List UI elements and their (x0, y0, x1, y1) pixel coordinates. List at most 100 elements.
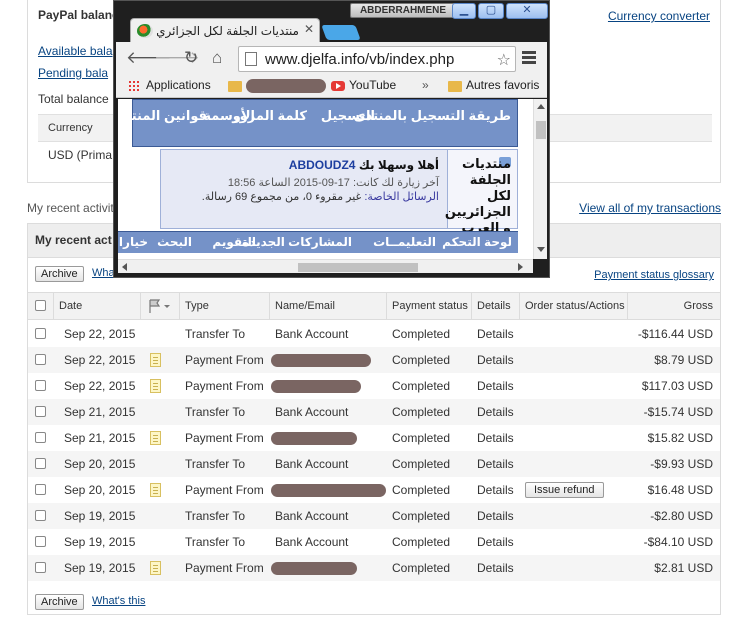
scroll-up-arrow-icon[interactable] (537, 104, 545, 109)
nav-new-posts[interactable]: المشاركات الجديدة (242, 235, 352, 249)
payment-status-glossary-link[interactable]: Payment status glossary (594, 269, 714, 281)
issue-refund-button[interactable]: Issue refund (525, 482, 604, 498)
status-column-header[interactable]: Payment status (392, 293, 468, 319)
row-checkbox[interactable] (35, 536, 46, 547)
row-checkbox[interactable] (35, 406, 46, 417)
table-row[interactable]: Sep 20, 2015 Transfer To Bank Account Compl… (28, 451, 720, 477)
home-icon[interactable]: ⌂ (212, 48, 222, 68)
scroll-right-arrow-icon[interactable] (518, 263, 523, 271)
address-bar[interactable]: www.djelfa.info/vb/index.php ☆ (238, 46, 516, 72)
table-row[interactable]: Sep 22, 2015 Transfer To Bank Account Compl… (28, 321, 720, 347)
row-checkbox[interactable] (35, 328, 46, 339)
bookmark-other-favorites[interactable]: Autres favoris (466, 78, 539, 92)
nav-search[interactable]: البحث (157, 235, 192, 249)
close-window-button[interactable]: ✕ (506, 3, 548, 19)
note-icon[interactable] (150, 483, 161, 497)
select-all-checkbox[interactable] (35, 300, 46, 311)
note-icon[interactable] (150, 431, 161, 445)
horizontal-scroll-thumb[interactable] (298, 263, 418, 272)
bookmark-youtube[interactable]: YouTube (349, 78, 396, 92)
redacted-name[interactable] (271, 432, 357, 445)
nav-medals[interactable]: الأوسمة (203, 108, 255, 124)
redacted-name[interactable] (271, 380, 361, 393)
currency-converter-link[interactable]: Currency converter (608, 9, 710, 23)
table-row[interactable]: Sep 21, 2015 Payment From Completed Details… (28, 425, 720, 451)
close-tab-icon[interactable]: ✕ (304, 22, 314, 36)
row-checkbox[interactable] (35, 510, 46, 521)
flag-filter-icon[interactable] (147, 293, 177, 319)
reload-icon[interactable]: ↻ (184, 48, 198, 68)
minimize-button[interactable]: ▁ (452, 3, 476, 19)
details-link[interactable]: Details (477, 373, 514, 399)
details-link[interactable]: Details (477, 451, 514, 477)
type-column-header[interactable]: Type (185, 293, 209, 319)
nav-register[interactable]: التسجيل (321, 108, 375, 124)
row-status: Completed (392, 509, 451, 523)
nav-registration-guide[interactable]: طريقة التسجيل بالمنتدى (354, 108, 511, 124)
apps-grid-icon[interactable] (128, 80, 140, 92)
row-checkbox[interactable] (35, 380, 46, 391)
row-date: Sep 21, 2015 (64, 431, 136, 445)
url-text[interactable]: www.djelfa.info/vb/index.php (265, 51, 454, 68)
details-link[interactable]: Details (477, 399, 514, 425)
maximize-button[interactable]: ▢ (478, 3, 504, 19)
details-link[interactable]: Details (477, 347, 514, 373)
table-row[interactable]: Sep 19, 2015 Payment From Completed Details… (28, 555, 720, 581)
whats-this-link-bottom[interactable]: What's this (92, 595, 145, 607)
redacted-name[interactable] (271, 484, 386, 497)
private-messages-link[interactable]: الرسائل الخاصة: (364, 191, 439, 203)
scroll-left-arrow-icon[interactable] (122, 263, 127, 271)
table-row[interactable]: Sep 22, 2015 Payment From Completed Details… (28, 347, 720, 373)
bookmark-star-icon[interactable]: ☆ (497, 50, 511, 70)
nav-options[interactable]: خيارات (118, 235, 148, 249)
row-checkbox[interactable] (35, 354, 46, 365)
last-visit-text: آخر زيارة لك كانت: 17-09-2015 الساعة 18:… (227, 177, 439, 189)
bookmark-applications[interactable]: Applications (146, 78, 211, 92)
table-row[interactable]: Sep 19, 2015 Transfer To Bank Account Compl… (28, 503, 720, 529)
details-link[interactable]: Details (477, 555, 514, 581)
nav-control-panel[interactable]: لوحة التحكم (442, 235, 512, 249)
archive-button-bottom[interactable]: Archive (35, 594, 84, 610)
scroll-down-arrow-icon[interactable] (537, 247, 545, 252)
available-balance-link[interactable]: Available bala (38, 44, 113, 58)
more-bookmarks-chevron[interactable]: » (422, 78, 429, 92)
chrome-menu-icon[interactable] (522, 51, 536, 54)
table-row[interactable]: Sep 20, 2015 Payment From Completed Details… (28, 477, 720, 503)
details-link[interactable]: Details (477, 321, 514, 347)
whats-this-link-top[interactable]: Wha (92, 267, 115, 279)
nav-forum-rules[interactable]: قوانين المنتدى (118, 108, 207, 124)
redacted-name[interactable] (271, 354, 371, 367)
row-checkbox[interactable] (35, 562, 46, 573)
name-column-header[interactable]: Name/Email (275, 293, 335, 319)
note-icon[interactable] (150, 353, 161, 367)
table-row[interactable]: Sep 21, 2015 Transfer To Bank Account Compl… (28, 399, 720, 425)
details-link[interactable]: Details (477, 503, 514, 529)
horizontal-scrollbar[interactable] (118, 259, 533, 273)
view-all-transactions-link[interactable]: View all of my transactions (579, 201, 721, 215)
redacted-bookmark[interactable] (246, 79, 326, 93)
table-row[interactable]: Sep 22, 2015 Payment From Completed Details… (28, 373, 720, 399)
pending-balance-link[interactable]: Pending bala (38, 66, 108, 80)
details-link[interactable]: Details (477, 529, 514, 555)
table-row[interactable]: Sep 19, 2015 Transfer To Bank Account Compl… (28, 529, 720, 555)
row-checkbox[interactable] (35, 484, 46, 495)
note-icon[interactable] (150, 561, 161, 575)
row-checkbox[interactable] (35, 432, 46, 443)
forum-logo[interactable]: منتديات الجلفة لكل الجزائريين و العرب (445, 150, 517, 235)
folder-icon (448, 81, 462, 92)
archive-button-top[interactable]: Archive (35, 266, 84, 282)
username-link[interactable]: ABDOUDZ4 (289, 158, 356, 172)
date-column-header[interactable]: Date (59, 293, 82, 319)
nav-calendar[interactable]: التقويم (212, 235, 256, 249)
vertical-scrollbar[interactable] (533, 99, 547, 259)
details-link[interactable]: Details (477, 425, 514, 451)
new-tab-button[interactable] (321, 25, 361, 40)
row-checkbox[interactable] (35, 458, 46, 469)
nav-help[interactable]: التعليمــات (373, 235, 436, 249)
details-link[interactable]: Details (477, 477, 514, 503)
vertical-scroll-thumb[interactable] (536, 121, 546, 139)
gross-column-header[interactable]: Gross (684, 293, 713, 319)
redacted-name[interactable] (271, 562, 357, 575)
note-icon[interactable] (150, 379, 161, 393)
browser-tab[interactable]: منتديات الجلفة لكل الجزائري ✕ (130, 18, 320, 42)
